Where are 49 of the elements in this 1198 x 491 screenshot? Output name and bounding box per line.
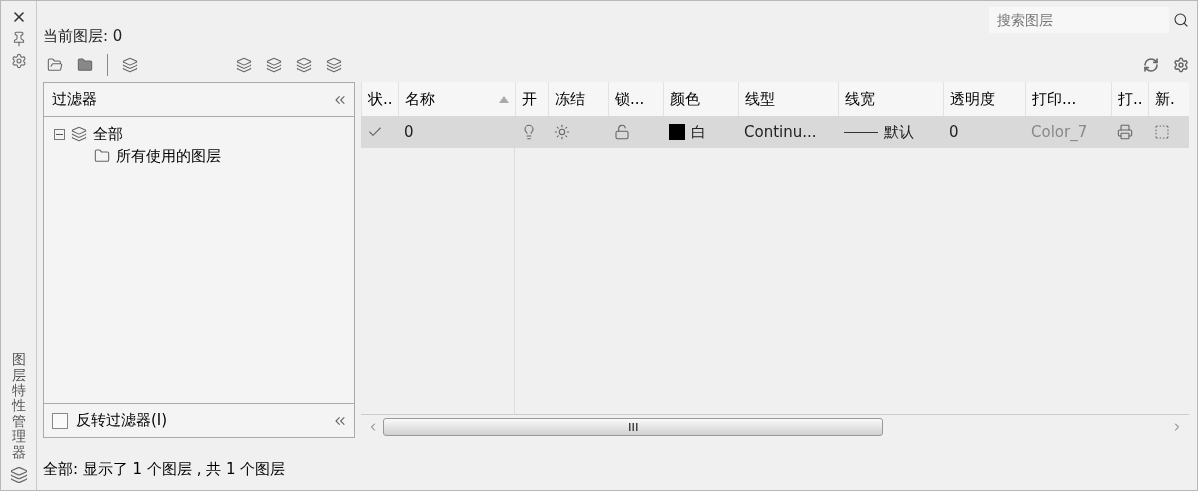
column-header[interactable]: 透明度 bbox=[943, 82, 1025, 116]
color-swatch[interactable] bbox=[669, 124, 685, 140]
folder-icon bbox=[94, 148, 110, 164]
collapse-toggle[interactable] bbox=[54, 128, 65, 140]
column-header[interactable]: 线宽 bbox=[838, 82, 943, 116]
column-header[interactable]: 新. bbox=[1148, 82, 1189, 116]
layers-icon[interactable] bbox=[122, 57, 138, 73]
grip-icon bbox=[628, 422, 638, 431]
status-text: 全部: 显示了 1 个图层 , 共 1 个图层 bbox=[43, 460, 287, 480]
table-cell: 默认 bbox=[884, 122, 914, 142]
folder-icon[interactable] bbox=[77, 57, 93, 73]
column-header[interactable]: 线型 bbox=[738, 82, 838, 116]
table-cell: 0 bbox=[404, 123, 414, 141]
folder-icon[interactable] bbox=[47, 57, 63, 73]
line-sample bbox=[844, 131, 878, 133]
refresh-icon[interactable] bbox=[1143, 57, 1159, 73]
column-header[interactable]: 名称 bbox=[398, 82, 515, 116]
table-cell: Continu... bbox=[744, 123, 817, 141]
filter-item[interactable]: 所有使用的图层 bbox=[116, 146, 221, 166]
settings-icon[interactable] bbox=[1173, 57, 1189, 73]
table-cell: Color_7 bbox=[1031, 123, 1088, 141]
lightbulb-icon[interactable] bbox=[521, 124, 537, 140]
column-header[interactable]: 颜色 bbox=[663, 82, 738, 116]
table-cell: 0 bbox=[949, 123, 959, 141]
printer-icon[interactable] bbox=[1117, 124, 1133, 140]
settings-icon[interactable] bbox=[10, 53, 27, 69]
lock-icon[interactable] bbox=[614, 124, 630, 140]
column-header[interactable]: 打.. bbox=[1111, 82, 1148, 116]
search-icon[interactable] bbox=[1173, 12, 1189, 28]
column-header[interactable]: 锁... bbox=[608, 82, 663, 116]
layers-icon[interactable] bbox=[266, 57, 282, 73]
column-header[interactable]: 状.. bbox=[361, 82, 398, 116]
checkbox-label: 反转过滤器(I) bbox=[76, 411, 168, 430]
layers-icon[interactable] bbox=[296, 57, 312, 73]
checkbox[interactable] bbox=[52, 412, 68, 429]
layers-icon bbox=[71, 126, 87, 142]
sun-icon[interactable] bbox=[554, 124, 570, 140]
layers-icon[interactable] bbox=[326, 57, 342, 73]
table-cell: 白 bbox=[691, 122, 706, 142]
layers-icon bbox=[9, 466, 28, 484]
current-layer-label: 当前图层: 0 bbox=[43, 27, 123, 46]
column-header[interactable]: 开 bbox=[515, 82, 548, 116]
panel-title: 图层特性管理器 bbox=[11, 352, 26, 460]
search-field[interactable]: 搜索图层 bbox=[989, 7, 1169, 33]
filter-item[interactable]: 全部 bbox=[93, 124, 123, 144]
filter-header: 过滤器 bbox=[52, 90, 97, 109]
column-header[interactable]: 冻结 bbox=[548, 82, 608, 116]
column-header[interactable]: 打印... bbox=[1025, 82, 1111, 116]
layers-icon[interactable] bbox=[236, 57, 252, 73]
